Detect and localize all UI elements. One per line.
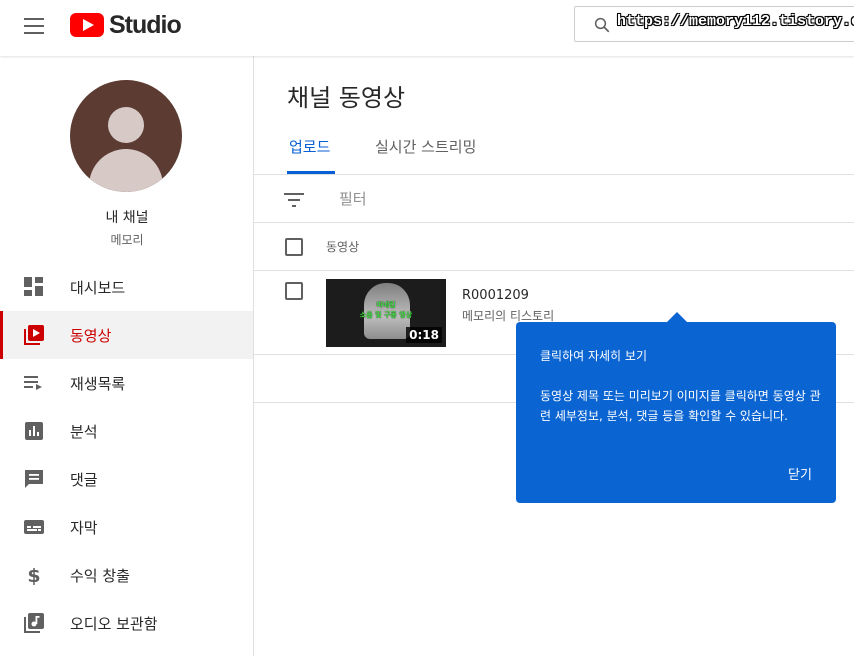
sidebar-item-label: 분석	[70, 422, 98, 441]
sidebar-item-videos[interactable]: 동영상	[0, 311, 253, 359]
sidebar-item-label: 재생목록	[70, 374, 126, 393]
youtube-play-icon	[70, 13, 104, 37]
column-header-video: 동영상	[326, 240, 360, 254]
video-title[interactable]: R0001209	[462, 288, 529, 303]
channel-avatar[interactable]	[70, 80, 182, 192]
select-all-checkbox[interactable]	[285, 238, 303, 256]
dollar-icon: $	[27, 565, 40, 585]
dashboard-icon	[24, 277, 43, 296]
analytics-icon	[25, 422, 43, 440]
channel-handle: 메모리	[110, 233, 144, 247]
tooltip-title: 클릭하여 자세히 보기	[540, 349, 647, 363]
audio-library-icon	[24, 613, 44, 633]
filter-icon[interactable]	[284, 192, 304, 208]
studio-logo[interactable]: Studio	[70, 10, 182, 39]
tooltip-body: 동영상 제목 또는 미리보기 이미지를 클릭하면 동영상 관련 세부정보, 분석…	[540, 389, 821, 423]
close-button[interactable]: 닫기	[788, 464, 812, 483]
video-thumbnail[interactable]: 마네킹 소음 및 구동 영상 0:18	[326, 279, 446, 347]
page-title: 채널 동영상	[287, 84, 406, 112]
svg-text:$: $	[27, 565, 40, 585]
divider	[254, 174, 854, 175]
sidebar-item-audio-library[interactable]: 오디오 보관함	[0, 599, 253, 647]
duration-badge: 0:18	[406, 327, 442, 343]
tab-live-streaming[interactable]: 실시간 스트리밍	[375, 136, 476, 157]
divider	[254, 222, 854, 223]
tab-uploads[interactable]: 업로드	[289, 136, 330, 157]
sidebar-item-dashboard[interactable]: 대시보드	[0, 263, 253, 311]
thumbnail-caption: 소음 및 구동 영상	[359, 311, 413, 319]
sidebar-item-label: 댓글	[70, 470, 98, 489]
top-app-bar: Studio https://memory112.tistory.com	[0, 0, 854, 56]
logo-text: Studio	[109, 10, 182, 39]
sidebar-item-label: 오디오 보관함	[70, 614, 158, 633]
comment-icon	[25, 470, 43, 488]
sidebar-item-label: 대시보드	[70, 278, 126, 297]
sidebar-item-label: 수익 창출	[70, 566, 130, 585]
search-icon	[594, 17, 610, 33]
channel-name: 내 채널	[105, 210, 149, 226]
filter-input[interactable]: 필터	[339, 188, 367, 209]
video-library-icon	[24, 325, 44, 345]
sidebar-nav: 대시보드 동영상 재생목록 분석 댓글 자막 $ 수익 창출 오디오 보관함	[0, 263, 253, 647]
sidebar-item-monetization[interactable]: $ 수익 창출	[0, 551, 253, 599]
divider	[254, 270, 854, 271]
playlist-icon	[24, 376, 42, 390]
thumbnail-caption: 마네킹	[376, 301, 396, 309]
subtitles-icon	[24, 520, 44, 534]
sidebar-item-label: 동영상	[70, 326, 112, 345]
row-checkbox[interactable]	[285, 282, 303, 300]
sidebar-item-label: 자막	[70, 518, 98, 537]
sidebar-item-playlists[interactable]: 재생목록	[0, 359, 253, 407]
sidebar-item-analytics[interactable]: 분석	[0, 407, 253, 455]
sidebar: 내 채널 메모리 대시보드 동영상 재생목록 분석 댓글 자막 $ 수익 창출 …	[0, 56, 254, 656]
search-box[interactable]: https://memory112.tistory.com	[574, 6, 854, 42]
url-watermark: https://memory112.tistory.com	[617, 13, 854, 30]
sidebar-item-comments[interactable]: 댓글	[0, 455, 253, 503]
hamburger-menu-icon[interactable]	[18, 14, 50, 38]
sidebar-item-subtitles[interactable]: 자막	[0, 503, 253, 551]
onboarding-tooltip: 클릭하여 자세히 보기 동영상 제목 또는 미리보기 이미지를 클릭하면 동영상…	[516, 312, 836, 503]
